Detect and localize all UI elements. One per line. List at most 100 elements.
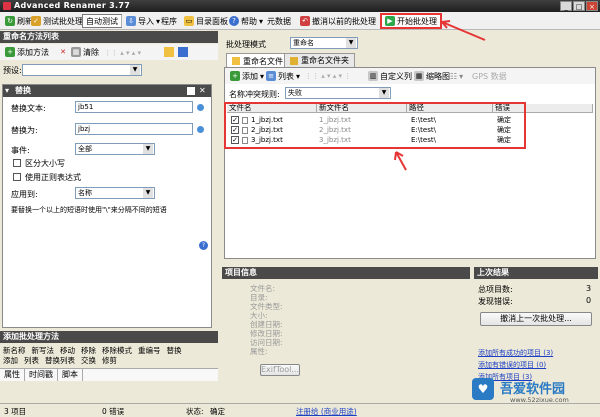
import-icon: ⇩ [126,16,136,26]
method-link[interactable]: 移除 [81,346,96,355]
tab-rename-files[interactable]: 重命名文件 [226,53,289,68]
toolbar-separator [121,15,122,27]
occurrence-label: 事件: [11,146,30,155]
option-icon[interactable] [197,126,204,133]
option-icon[interactable] [197,104,204,111]
replace-with-label: 替换为: [11,126,38,135]
test-batch-button[interactable]: ✓ 测试批处理 [28,14,86,28]
help-button[interactable]: ? 帮助 ▾ [226,14,266,28]
status-state-label: 状态: [186,407,204,416]
use-regex-checkbox[interactable] [13,173,21,181]
plus-icon: + [230,71,240,81]
register-link[interactable]: 注册给 (商业用途) [296,406,357,417]
undo-last-button[interactable]: ↶ 撤消以前的批处理 [297,14,379,28]
main-toolbar: ↻ 刷新 ✓ 测试批处理 自动测试 ⇩ 导入 ▾ 程序 ▭ 目录面板 ? 帮助 … [0,12,600,30]
minimize-button[interactable]: _ [560,1,572,11]
tab-method-category[interactable]: 脚本 [58,369,83,381]
maximize-button[interactable]: □ [573,1,585,11]
clear-label: 清除 [83,47,99,57]
dir-panel-button[interactable]: ▭ 目录面板 [181,14,231,28]
method-link[interactable]: 替换列表 [45,356,75,365]
close-button[interactable]: × [586,1,598,11]
undo-last-label: 撤消以前的批处理 [312,16,376,26]
auto-test-label: 自动测试 [86,16,118,26]
info-field-label: 修改日期: [250,329,283,338]
file-tabs: 重命名文件 重命名文件夹 [224,53,596,68]
info-labels: 文件名: 目录: 文件类型: 大小: 创建日期: 修改日期: 访问日期: 属性: [250,284,283,356]
undo-icon: ↶ [300,16,310,26]
conflict-rule-select[interactable]: 失败 [285,87,391,99]
list-button[interactable]: ≡ 列表 ▾ [263,69,303,83]
open-preset-icon[interactable] [164,47,174,57]
clear-button[interactable]: ▦ 清除 [68,45,102,59]
batch-mode-label: 批处理模式 [226,40,266,49]
enable-method-checkbox[interactable] [187,87,195,95]
case-sensitive-label: 区分大小写 [25,159,65,168]
method-link[interactable]: 新写法 [32,346,55,355]
preset-select[interactable] [22,64,142,76]
add-files-button[interactable]: + 添加 ▾ [227,69,267,83]
method-link[interactable]: 替换 [167,346,182,355]
apply-to-label: 应用到: [11,190,38,199]
close-panel-icon[interactable]: ✕ [199,85,206,97]
method-link[interactable]: 列表 [24,356,39,365]
folder-icon: ▭ [184,16,194,26]
add-files-label: 添加 [242,71,258,81]
exiftool-button[interactable]: ExifTool... [260,364,300,376]
status-items: 3 项目 [4,407,27,416]
program-label: 程序 [161,16,177,26]
custom-columns-button[interactable]: ▥ 自定义列 [365,69,415,83]
info-field-label: 目录: [250,293,268,302]
replace-text-input[interactable]: jb51 [75,101,193,113]
chevron-down-icon: ▾ [259,16,264,26]
clear-icon: ▦ [71,47,81,57]
help-icon[interactable]: ? [199,241,208,250]
replace-with-input[interactable]: jbzj [75,123,193,135]
add-method-button[interactable]: + 添加方法 [2,45,52,59]
errors-found-label: 发现错误: [478,297,513,306]
undo-last-batch-button[interactable]: 撤消上一次批处理... [480,312,592,326]
method-link[interactable]: 移动 [60,346,75,355]
move-arrows-icon[interactable]: ⋮⋮ ▴ ▾ ▴ ▾ [104,49,141,57]
method-link[interactable]: 移除模式 [102,346,132,355]
collapse-icon[interactable]: ▾ [5,85,9,97]
add-errors-link[interactable]: 添加有错误的项目 (0) [478,360,546,370]
method-link[interactable]: 修剪 [102,356,117,365]
dir-panel-label: 目录面板 [196,16,228,26]
batch-mode-select[interactable]: 重命名 [290,37,358,49]
method-links-row: 新名称 新写法 移动 移除 移除模式 重编号 替换 [3,346,217,356]
gps-button[interactable]: GPS 数据 [469,69,510,83]
annotation-arrow-top [441,20,486,41]
tab-method-category[interactable]: 时间戳 [25,369,58,381]
custom-columns-label: 自定义列 [380,71,412,81]
list-label: 列表 [278,71,294,81]
auto-test-button[interactable]: 自动测试 [82,14,122,28]
tab-label: 重命名文件 [243,56,283,66]
method-link[interactable]: 添加 [3,356,18,365]
occurrence-select[interactable]: 全部 [75,143,155,155]
total-items-label: 总项目数: [478,285,513,294]
info-field-label: 文件类型: [250,302,283,311]
tab-method-category[interactable]: 属性 [0,369,25,381]
panel-header: ▾ 替换 ✕ [3,85,211,97]
case-sensitive-checkbox[interactable] [13,159,21,167]
tab-label: 重命名文件夹 [301,56,349,65]
thumbnail-icon: ▦ [414,71,424,81]
program-button[interactable]: 程序 [158,14,180,28]
refresh-icon: ↻ [5,16,15,26]
save-preset-icon[interactable] [178,47,188,57]
method-link[interactable]: 重编号 [138,346,161,355]
annotation-highlight-box [224,102,526,149]
add-succeeded-link[interactable]: 添加所有成功的项目 (3) [478,348,553,358]
import-button[interactable]: ⇩ 导入 ▾ [123,14,163,28]
help-icon: ? [229,16,239,26]
move-arrows-icon[interactable]: ⋮⋮ ▴ ▾ ▴ ▾ ⋮ [305,72,351,80]
test-batch-label: 测试批处理 [43,16,83,26]
apply-to-select[interactable]: 名称 [75,187,155,199]
view-options-button[interactable]: ☷ ▾ [447,69,466,83]
metadata-button[interactable]: 元数据 [264,14,294,28]
gps-label: GPS 数据 [472,71,507,81]
method-link[interactable]: 新名称 [3,346,26,355]
tab-rename-folders[interactable]: 重命名文件夹 [284,53,355,67]
method-link[interactable]: 交换 [81,356,96,365]
